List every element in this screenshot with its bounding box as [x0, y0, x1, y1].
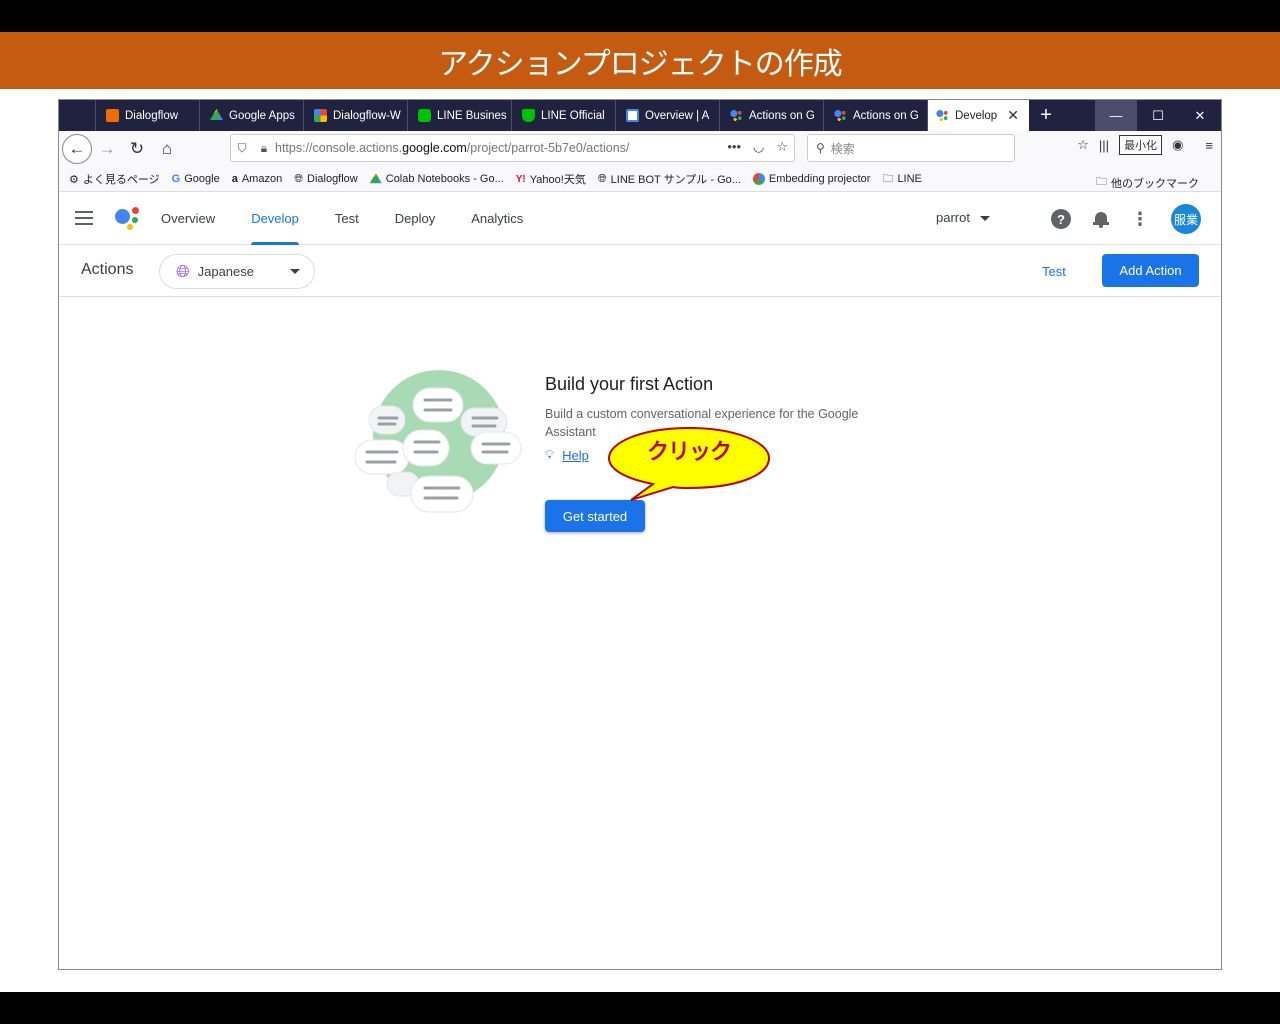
avatar[interactable]: 服業 [1171, 204, 1201, 234]
browser-tab-active[interactable]: Develop ✕ [927, 100, 1029, 131]
google-assistant-logo-icon [115, 205, 141, 231]
chat-bubbles-illustration [355, 370, 522, 513]
assistant-icon [936, 109, 949, 122]
bookmark-item[interactable]: a Amazon [232, 173, 282, 185]
nav-tab-test[interactable]: Test [317, 192, 377, 245]
bookmark-item[interactable]: Colab Notebooks - Go... [369, 173, 504, 185]
folder-icon: 🗀 [1096, 176, 1107, 188]
project-selector[interactable]: parrot [936, 210, 990, 225]
browser-tab[interactable]: Google Apps [199, 100, 303, 131]
minimize-button[interactable]: — [1095, 100, 1137, 131]
menu-icon[interactable]: ≡ [1205, 138, 1213, 153]
assistant-icon [834, 109, 847, 122]
browser-window: Dialogflow Google Apps Dialogflow-W LINE… [58, 99, 1222, 970]
browser-tab[interactable]: LINE Busines [407, 100, 511, 131]
drive-icon [369, 173, 382, 184]
url-text[interactable]: https://console.actions.google.com/proje… [275, 141, 629, 155]
search-input[interactable]: ⚲ 検索 [807, 134, 1015, 162]
close-tab-icon[interactable]: ✕ [1007, 107, 1019, 124]
browser-tab[interactable]: Overview | A [615, 100, 719, 131]
bookmark-item[interactable]: 🗀 LINE [882, 170, 921, 189]
dropdown-arrow-icon [290, 269, 300, 274]
assistant-icon [730, 109, 743, 122]
bookmarks-star-icon[interactable]: ☆ [1077, 137, 1089, 153]
globe-icon: 🌐︎ [176, 261, 190, 281]
account-icon[interactable]: ◉ [1172, 137, 1183, 153]
projector-icon [752, 173, 765, 185]
hamburger-menu-icon[interactable] [75, 211, 93, 225]
lightbulb-icon: 💡︎ [545, 447, 555, 462]
language-selector[interactable]: 🌐︎ Japanese [159, 254, 315, 289]
star-icon[interactable]: ☆ [776, 139, 788, 155]
bookmark-item[interactable]: Y! Yahoo!天気 [516, 171, 586, 187]
amazon-icon: a [231, 173, 238, 185]
search-icon: ⚲ [816, 141, 825, 155]
yahoo-icon: Y! [515, 173, 526, 185]
slide-title: アクションプロジェクトの作成 [0, 32, 1280, 89]
minimize-tooltip: 最小化 [1119, 135, 1163, 155]
empty-state-title: Build your first Action [545, 374, 714, 394]
nav-tab-analytics[interactable]: Analytics [453, 192, 541, 245]
reload-button[interactable]: ↻ [122, 134, 152, 164]
tab-strip: Dialogflow Google Apps Dialogflow-W LINE… [59, 100, 1221, 131]
bookmark-item[interactable]: 🌐︎ LINE BOT サンプル - Go... [598, 171, 741, 187]
callout-text: クリック [646, 440, 732, 465]
bookmark-item[interactable]: 🌐︎ Dialogflow [294, 173, 358, 186]
nav-tab-develop[interactable]: Develop [233, 192, 317, 245]
browser-toolbar: ← → ↻ ⌂ ⛉ 🔒︎ https://console.actions.goo… [59, 131, 1221, 167]
browser-tab[interactable]: Dialogflow [95, 100, 199, 131]
shield-icon[interactable]: ⛉ [231, 141, 253, 156]
browser-tab[interactable]: Actions on G [823, 100, 927, 131]
nav-tab-overview[interactable]: Overview [143, 192, 233, 245]
nav-tab-deploy[interactable]: Deploy [377, 192, 453, 245]
back-button[interactable]: ← [62, 134, 92, 164]
line-official-icon [522, 109, 535, 122]
test-button[interactable]: Test [1042, 264, 1066, 279]
bookmark-item[interactable]: G Google [172, 173, 220, 185]
slide-bottom-border [0, 992, 1280, 1024]
other-bookmarks[interactable]: 🗀 他のブックマーク [1096, 173, 1199, 192]
bookmarks-bar: ⚙ よく見るページ G Google a Amazon 🌐︎ Dialogflow Co… [59, 167, 1221, 192]
folder-icon: 🗀 [882, 172, 894, 185]
new-tab-button[interactable]: + [1029, 100, 1063, 131]
more-vert-icon[interactable]: ⋮ [1131, 210, 1149, 228]
window-controls: — ☐ ✕ [1095, 100, 1221, 131]
lock-icon[interactable]: 🔒︎ [253, 141, 275, 156]
close-window-button[interactable]: ✕ [1179, 100, 1221, 131]
google-icon: G [171, 173, 181, 185]
bookmark-item[interactable]: ⚙ よく見るページ [69, 171, 160, 187]
address-bar[interactable]: ⛉ 🔒︎ https://console.actions.google.com/… [230, 134, 795, 162]
pocket-icon[interactable]: ◡ [753, 139, 764, 155]
add-action-button[interactable]: Add Action [1102, 254, 1199, 287]
actions-toolbar: Actions 🌐︎ Japanese Test Add Action [59, 246, 1221, 297]
page-actions-icon[interactable]: ••• [727, 139, 741, 155]
browser-tab[interactable]: LINE Official [511, 100, 615, 131]
globe-icon: 🌐︎ [294, 172, 303, 185]
gear-icon: ⚙ [69, 173, 79, 186]
dialogflow-icon [106, 109, 119, 122]
globe-icon: 🌐︎ [597, 172, 607, 185]
drive-icon [210, 109, 223, 121]
library-icon[interactable]: ||| [1099, 138, 1109, 153]
dropdown-arrow-icon [979, 216, 990, 222]
slide-top-border [0, 0, 1280, 32]
bookmark-item[interactable]: Embedding projector [752, 173, 870, 185]
pinwheel-icon [314, 109, 327, 122]
home-button[interactable]: ⌂ [152, 134, 182, 164]
browser-tab[interactable]: Dialogflow-W [303, 100, 407, 131]
page-title: Actions [81, 261, 134, 278]
forward-button[interactable]: → [92, 134, 122, 164]
help-link[interactable]: 💡︎ Help [545, 447, 589, 463]
overview-icon [626, 109, 639, 122]
line-icon [418, 109, 431, 122]
maximize-button[interactable]: ☐ [1137, 100, 1179, 131]
help-icon[interactable]: ? [1051, 209, 1071, 229]
app-header: Overview Develop Test Deploy Analytics p… [59, 192, 1221, 245]
browser-tab[interactable]: Actions on G [719, 100, 823, 131]
notifications-bell-icon[interactable] [1093, 210, 1109, 228]
